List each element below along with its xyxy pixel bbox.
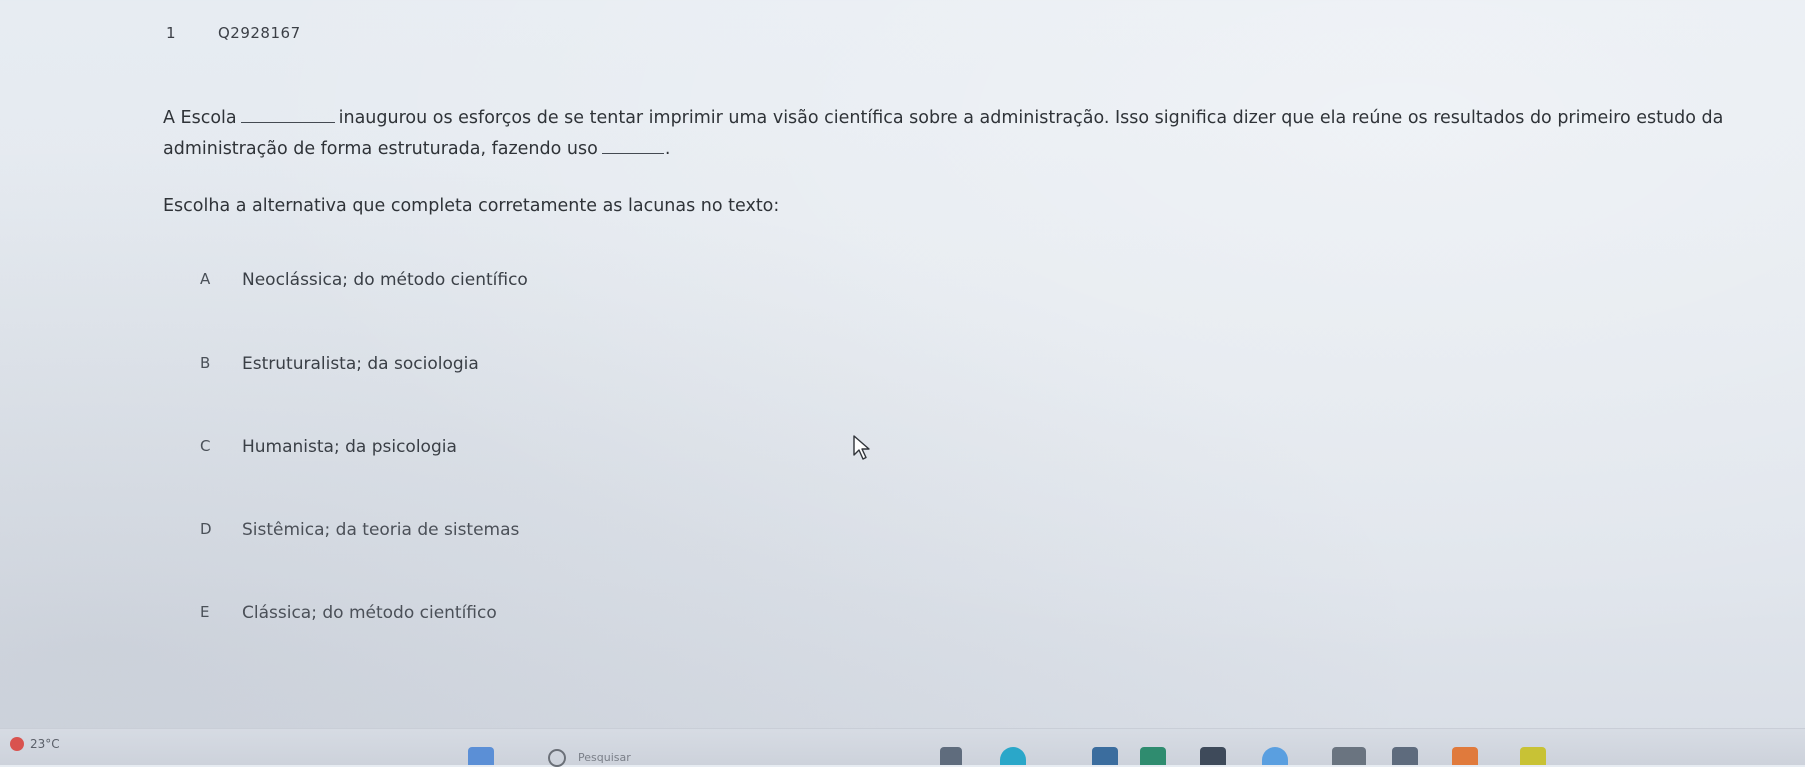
search-icon[interactable] (548, 749, 566, 767)
option-text: Sistêmica; da teoria de sistemas (242, 520, 520, 540)
option-text: Neoclássica; do método científico (242, 270, 528, 290)
question-code: Q2928167 (218, 24, 301, 42)
question-number: 1 (166, 24, 176, 42)
option-text: Clássica; do método científico (242, 603, 497, 623)
taskbar-app-icon[interactable] (1200, 747, 1226, 765)
blank-1 (240, 108, 335, 123)
option-text: Estruturalista; da sociologia (242, 354, 479, 374)
taskbar-search-label[interactable]: Pesquisar (578, 751, 631, 764)
statement-part-1: A Escola (163, 108, 237, 128)
mouse-pointer-icon (853, 435, 870, 460)
weather-temperature: 23°C (30, 737, 60, 751)
taskbar-app-icon[interactable] (1140, 747, 1166, 765)
taskbar: 23°C Pesquisar (0, 728, 1805, 767)
taskbar-app-icon[interactable] (1000, 747, 1026, 765)
option-letter: A (200, 270, 211, 288)
taskbar-app-icon[interactable] (1392, 747, 1418, 765)
option-text: Humanista; da psicologia (242, 437, 457, 457)
taskbar-app-icon[interactable] (1092, 747, 1118, 765)
taskbar-app-icon[interactable] (1262, 747, 1288, 765)
statement-part-3: . (664, 139, 671, 159)
statement-part-2: inaugurou os esforços de se tentar impri… (163, 108, 1724, 159)
taskbar-app-icon[interactable] (1520, 747, 1546, 765)
option-letter: B (200, 354, 211, 372)
question-statement: A Escola inaugurou os esforços de se tent… (163, 103, 1783, 165)
blank-2 (601, 139, 664, 154)
option-letter: E (200, 603, 210, 621)
option-letter: C (200, 437, 211, 455)
weather-icon (10, 737, 24, 751)
taskbar-app-icon[interactable] (1332, 747, 1366, 765)
start-button[interactable] (468, 747, 494, 765)
option-letter: D (200, 520, 212, 538)
question-instruction: Escolha a alternativa que completa corre… (163, 196, 780, 216)
taskbar-app-icon[interactable] (1452, 747, 1478, 765)
taskbar-app-icon[interactable] (940, 747, 962, 765)
